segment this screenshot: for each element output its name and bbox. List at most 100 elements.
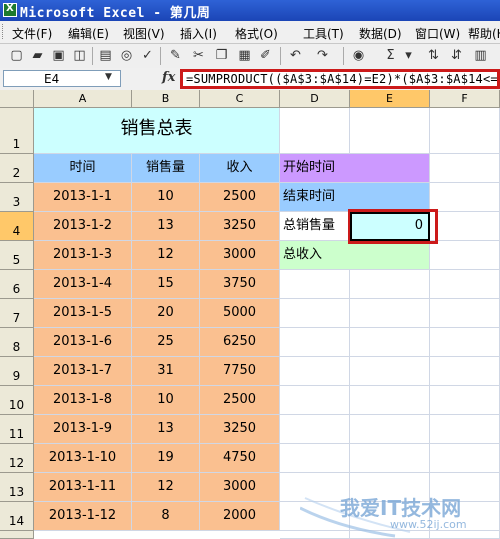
row-header-15[interactable] [0,531,34,539]
empty-cell[interactable] [350,415,430,444]
data-cell-sales-qty[interactable]: 15 [132,270,200,299]
data-cell-sales-qty[interactable]: 13 [132,212,200,241]
menu-edit[interactable]: 编辑(E) [68,25,109,42]
empty-cell[interactable] [430,444,500,473]
sort-descending-icon[interactable]: ⇵ [448,47,465,64]
data-cell-sales-qty[interactable]: 10 [132,386,200,415]
data-cell-sales-qty[interactable]: 19 [132,444,200,473]
empty-cell[interactable] [430,328,500,357]
data-cell-sales-qty[interactable]: 12 [132,473,200,502]
sheet-title-cell[interactable]: 销售总表 [34,108,280,154]
empty-cell[interactable] [430,154,500,183]
data-cell-income[interactable]: 3250 [200,415,280,444]
data-cell-date[interactable]: 2013-1-8 [34,386,132,415]
empty-cell[interactable] [430,270,500,299]
permission-icon[interactable]: ◫ [71,47,88,64]
header-cell-income[interactable]: 收入 [200,154,280,183]
empty-cell[interactable] [430,531,500,539]
select-all-corner[interactable] [0,90,34,108]
chart-icon[interactable]: ▥ [472,47,489,64]
column-header-c[interactable]: C [200,90,280,108]
name-box[interactable]: E4 ▼ [3,70,121,87]
menu-file[interactable]: 文件(F) [12,25,52,42]
data-cell-income[interactable]: 6250 [200,328,280,357]
data-cell-income[interactable]: 7750 [200,357,280,386]
empty-cell[interactable] [430,386,500,415]
autosum-icon[interactable]: Σ [382,47,399,64]
data-cell-income[interactable]: 3750 [200,270,280,299]
empty-cell[interactable] [430,473,500,502]
data-cell-date[interactable]: 2013-1-5 [34,299,132,328]
print-preview-icon[interactable]: ◎ [118,47,135,64]
new-icon[interactable]: ▢ [8,47,25,64]
empty-cell[interactable] [430,299,500,328]
cell-e1[interactable] [350,108,430,154]
data-cell-date[interactable]: 2013-1-11 [34,473,132,502]
row-header-13[interactable]: 13 [0,473,34,502]
sort-ascending-icon[interactable]: ⇅ [425,47,442,64]
cut-icon[interactable]: ✂ [190,47,207,64]
formula-input[interactable]: =SUMPRODUCT(($A$3:$A$14)=E2)*($A$3:$A$14… [180,69,500,89]
label-start-time[interactable]: 开始时间 [280,154,430,183]
undo-icon[interactable]: ↶ [287,47,304,64]
data-cell-sales-qty[interactable]: 10 [132,183,200,212]
data-cell-income[interactable]: 2500 [200,183,280,212]
column-header-a[interactable]: A [34,90,132,108]
row-header-5[interactable]: 5 [0,241,34,270]
column-header-e[interactable]: E [350,90,430,108]
label-total-sales-qty[interactable]: 总销售量 [280,212,350,241]
data-cell-income[interactable]: 2500 [200,386,280,415]
empty-cell[interactable] [280,502,350,531]
empty-cell[interactable] [280,415,350,444]
empty-cell[interactable] [280,531,350,539]
empty-cell[interactable] [350,270,430,299]
empty-cell[interactable] [280,299,350,328]
data-cell-income[interactable]: 3000 [200,241,280,270]
data-cell-income[interactable]: 3250 [200,212,280,241]
data-cell-date[interactable]: 2013-1-3 [34,241,132,270]
empty-cell[interactable] [350,328,430,357]
save-icon[interactable]: ▣ [50,47,67,64]
research-icon[interactable]: ✎ [167,47,184,64]
data-cell-date[interactable]: 2013-1-7 [34,357,132,386]
row-header-7[interactable]: 7 [0,299,34,328]
row-header-3[interactable]: 3 [0,183,34,212]
row-header-1[interactable]: 1 [0,108,34,154]
column-header-b[interactable]: B [132,90,200,108]
row-header-10[interactable]: 10 [0,386,34,415]
menu-help[interactable]: 帮助(H) [468,25,500,42]
data-cell-income[interactable]: 5000 [200,299,280,328]
row-header-11[interactable]: 11 [0,415,34,444]
data-cell-sales-qty[interactable]: 25 [132,328,200,357]
empty-cell[interactable] [350,386,430,415]
label-end-time[interactable]: 结束时间 [280,183,430,212]
data-cell-date[interactable]: 2013-1-4 [34,270,132,299]
empty-cell[interactable] [430,183,500,212]
data-cell-sales-qty[interactable]: 8 [132,502,200,531]
data-cell-income[interactable]: 2000 [200,502,280,531]
menu-insert[interactable]: 插入(I) [180,25,217,42]
empty-cell[interactable] [430,241,500,270]
empty-cell[interactable] [280,270,350,299]
chevron-down-icon[interactable]: ▼ [105,72,112,82]
row-header-12[interactable]: 12 [0,444,34,473]
empty-cell[interactable] [350,357,430,386]
column-header-f[interactable]: F [430,90,500,108]
data-cell-date[interactable]: 2013-1-6 [34,328,132,357]
empty-cell[interactable] [280,444,350,473]
data-cell-date[interactable]: 2013-1-2 [34,212,132,241]
autosum-dropdown-icon[interactable]: ▾ [400,47,417,64]
format-painter-icon[interactable]: ✐ [257,47,274,64]
copy-icon[interactable]: ❐ [213,47,230,64]
row-header-2[interactable]: 2 [0,154,34,183]
label-total-income[interactable]: 总收入 [280,241,430,270]
data-cell-income[interactable]: 4750 [200,444,280,473]
column-header-d[interactable]: D [280,90,350,108]
menu-view[interactable]: 视图(V) [123,25,165,42]
empty-cell[interactable] [350,531,430,539]
cell-d1[interactable] [280,108,350,154]
row-header-8[interactable]: 8 [0,328,34,357]
data-cell-date[interactable]: 2013-1-10 [34,444,132,473]
data-cell-income[interactable]: 3000 [200,473,280,502]
data-cell-date[interactable]: 2013-1-12 [34,502,132,531]
